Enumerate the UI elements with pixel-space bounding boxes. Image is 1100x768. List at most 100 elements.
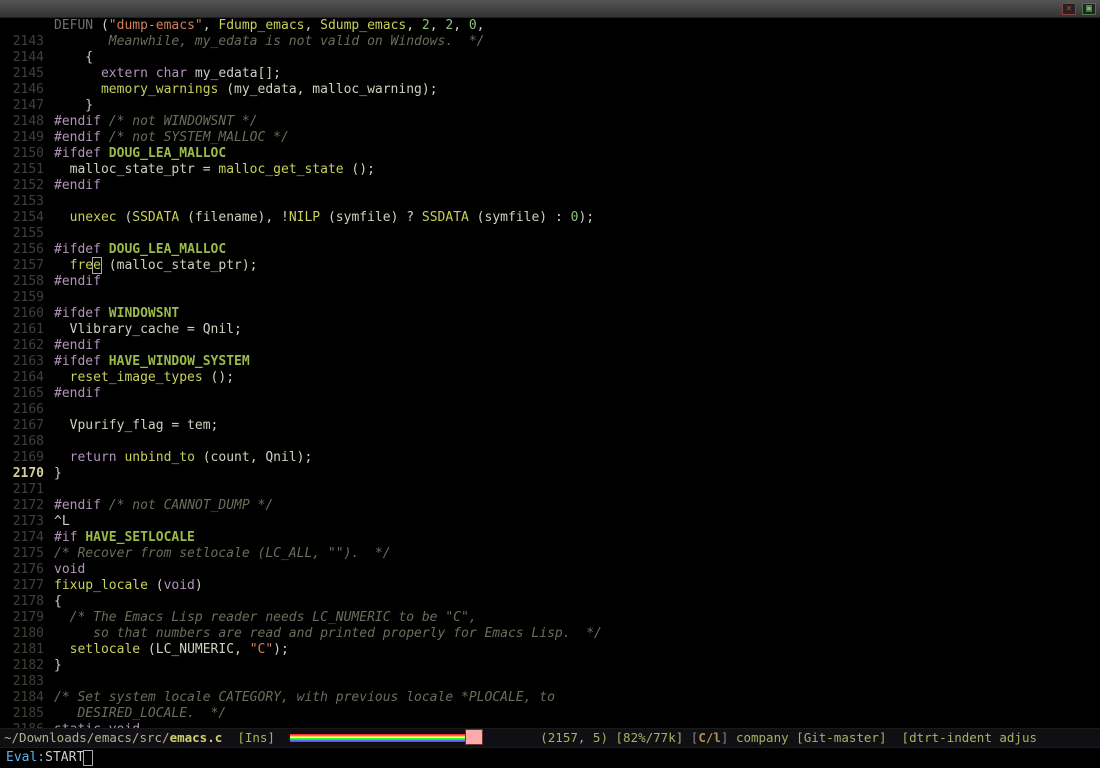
line-number: 2185 [0,706,54,722]
code-line[interactable]: 2185 DESIRED_LOCALE. */ [0,706,1100,722]
line-number: 2186 [0,722,54,728]
code-line[interactable]: 2150#ifdef DOUG_LEA_MALLOC [0,146,1100,162]
code-line[interactable]: 2148#endif /* not WINDOWSNT */ [0,114,1100,130]
code-line[interactable]: 2155 [0,226,1100,242]
code-line[interactable]: 2159 [0,290,1100,306]
code-line[interactable]: 2153 [0,194,1100,210]
code-line[interactable]: 2171 [0,482,1100,498]
line-number: 2163 [0,354,54,370]
line-number: 2184 [0,690,54,706]
code-line[interactable]: 2170} [0,466,1100,482]
line-number: 2182 [0,658,54,674]
line-number: 2170 [0,466,54,482]
line-number: 2175 [0,546,54,562]
code-line[interactable]: 2177fixup_locale (void) [0,578,1100,594]
line-number: 2165 [0,386,54,402]
code-line[interactable]: 2169 return unbind_to (count, Qnil); [0,450,1100,466]
line-number: 2173 [0,514,54,530]
code-line[interactable]: 2157 free (malloc_state_ptr); [0,258,1100,274]
line-number: 2157 [0,258,54,274]
mode-line-dtrt: [dtrt-indent adjus [902,730,1037,746]
line-number: 2162 [0,338,54,354]
code-line[interactable]: 2181 setlocale (LC_NUMERIC, "C"); [0,642,1100,658]
mode-line-insert-state: [Ins] [237,730,275,746]
line-number: 2150 [0,146,54,162]
line-number: 2177 [0,578,54,594]
line-number: 2143 [0,34,54,50]
mode-line-cursor-pos: (2157, 5) [540,730,608,746]
line-number: 2168 [0,434,54,450]
code-line[interactable]: 2146 memory_warnings (my_edata, malloc_w… [0,82,1100,98]
line-number: 2149 [0,130,54,146]
minibuffer-input[interactable]: START [45,750,84,766]
line-number: 2145 [0,66,54,82]
code-line[interactable]: 2182} [0,658,1100,674]
code-line[interactable]: 2143 Meanwhile, my_edata is not valid on… [0,34,1100,50]
line-number: 2153 [0,194,54,210]
line-number: 2161 [0,322,54,338]
code-line[interactable]: 2172#endif /* not CANNOT_DUMP */ [0,498,1100,514]
line-number: 2169 [0,450,54,466]
code-line[interactable]: 2164 reset_image_types (); [0,370,1100,386]
line-number: 2171 [0,482,54,498]
code-line[interactable]: 2151 malloc_state_ptr = malloc_get_state… [0,162,1100,178]
code-line[interactable]: 2174#if HAVE_SETLOCALE [0,530,1100,546]
code-line[interactable]: 2160#ifdef WINDOWSNT [0,306,1100,322]
minibuffer[interactable]: Eval: START [0,748,1100,768]
line-number: 2166 [0,402,54,418]
line-number: 2144 [0,50,54,66]
code-line[interactable]: 2161 Vlibrary_cache = Qnil; [0,322,1100,338]
code-line[interactable]: 2163#ifdef HAVE_WINDOW_SYSTEM [0,354,1100,370]
code-line[interactable]: 2162#endif [0,338,1100,354]
code-line[interactable]: 2175/* Recover from setlocale (LC_ALL, "… [0,546,1100,562]
code-line[interactable]: 2184/* Set system locale CATEGORY, with … [0,690,1100,706]
line-number: 2164 [0,370,54,386]
mode-line: ~/Downloads/emacs/src/emacs.c [Ins] (215… [0,728,1100,748]
code-line[interactable]: 2165#endif [0,386,1100,402]
mode-line-percent: [82%/77k] [616,730,684,746]
code-line[interactable]: 2152#endif [0,178,1100,194]
code-line[interactable]: 2156#ifdef DOUG_LEA_MALLOC [0,242,1100,258]
code-editor[interactable]: DEFUN ("dump-emacs", Fdump_emacs, Sdump_… [0,18,1100,728]
code-line[interactable]: 2154 unexec (SSDATA (filename), !NILP (s… [0,210,1100,226]
code-line[interactable]: 2158#endif [0,274,1100,290]
mode-line-major-mode: C/l [698,730,721,746]
mode-line-git: [Git-master] [796,730,886,746]
code-line[interactable]: 2173^L [0,514,1100,530]
code-line[interactable]: 2144 { [0,50,1100,66]
code-line[interactable]: 2176void [0,562,1100,578]
code-line[interactable]: 2167 Vpurify_flag = tem; [0,418,1100,434]
line-number: 2147 [0,98,54,114]
code-line[interactable]: 2179 /* The Emacs Lisp reader needs LC_N… [0,610,1100,626]
code-line[interactable]: 2178{ [0,594,1100,610]
line-number: 2179 [0,610,54,626]
code-line[interactable]: 2180 so that numbers are read and printe… [0,626,1100,642]
minibuffer-cursor [84,751,92,765]
line-number: 2158 [0,274,54,290]
close-icon[interactable]: ✕ [1062,3,1076,15]
line-number: 2159 [0,290,54,306]
code-line[interactable]: 2149#endif /* not SYSTEM_MALLOC */ [0,130,1100,146]
code-line[interactable]: 2166 [0,402,1100,418]
code-line[interactable]: 2147 } [0,98,1100,114]
line-number: 2152 [0,178,54,194]
line-number: 2154 [0,210,54,226]
line-number: 2155 [0,226,54,242]
line-number: 2156 [0,242,54,258]
mode-line-path: ~/Downloads/emacs/src/ [4,730,170,746]
minibuffer-prompt: Eval: [6,750,45,766]
code-line[interactable]: DEFUN ("dump-emacs", Fdump_emacs, Sdump_… [0,18,1100,34]
code-line[interactable]: 2183 [0,674,1100,690]
mode-line-filename: emacs.c [170,730,223,746]
line-number: 2183 [0,674,54,690]
line-number: 2146 [0,82,54,98]
window-titlebar: ✕ ▣ [0,0,1100,18]
line-number: 2178 [0,594,54,610]
code-line[interactable]: 2145 extern char my_edata[]; [0,66,1100,82]
nyan-cat-progress [290,732,480,744]
line-number: 2172 [0,498,54,514]
line-number: 2181 [0,642,54,658]
line-number: 2160 [0,306,54,322]
code-line[interactable]: 2168 [0,434,1100,450]
maximize-icon[interactable]: ▣ [1082,3,1096,15]
